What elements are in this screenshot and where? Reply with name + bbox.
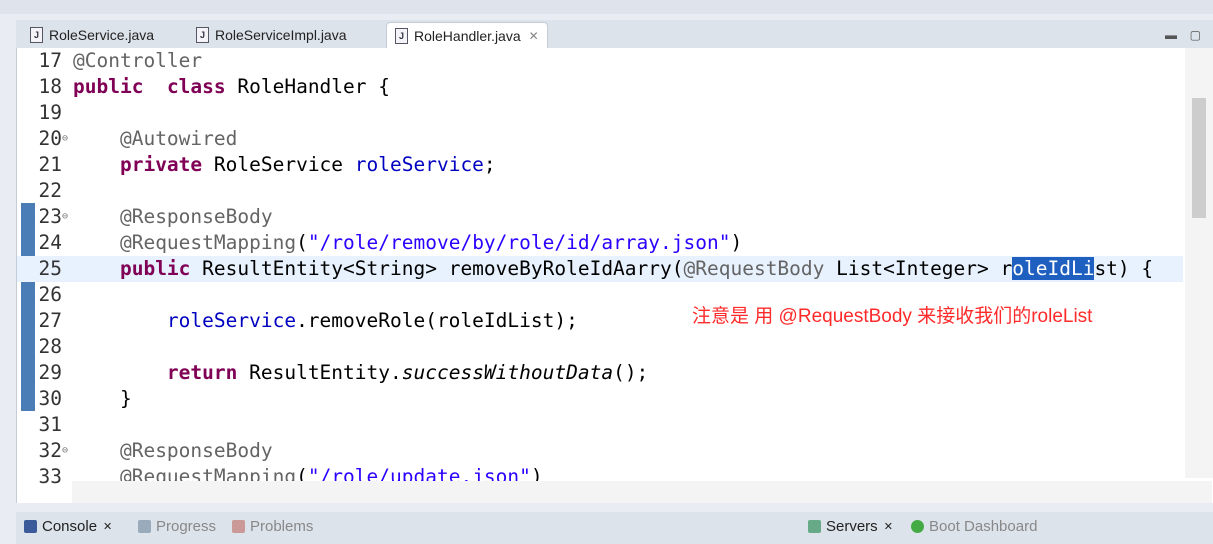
line-number: 32 [38,439,62,462]
vertical-scrollbar[interactable] [1185,48,1213,478]
editor-tabbar: J RoleService.java J RoleServiceImpl.java … [16,20,1213,49]
line-number: 31 [38,413,62,436]
code-token: @RequestMapping [119,231,297,254]
code-token: roleService [354,153,484,176]
code-token: private [119,153,203,176]
minimize-icon[interactable]: ▬ [1165,28,1177,42]
fold-icon[interactable]: ⊖ [62,126,73,152]
code-line[interactable]: 23⊖ @ResponseBody [17,204,1183,230]
line-number: 18 [38,75,62,98]
code-token: RoleHandler { [225,75,391,98]
code-token: List<Integer> r [824,257,1013,280]
code-line[interactable]: 29 return ResultEntity.successWithoutDat… [17,360,1183,386]
tab-roleservice[interactable]: J RoleService.java [22,22,162,48]
code-line[interactable]: 21 private RoleService roleService; [17,152,1183,178]
code-line[interactable]: 28 [17,334,1183,360]
annotation-note: 注意是 用 @RequestBody 来接收我们的roleList [692,306,1093,327]
code-line[interactable]: 19 [17,100,1183,126]
code-token: ResultEntity. [237,361,402,384]
code-token: } [73,387,132,410]
code-token: (); [613,361,649,384]
code-line[interactable]: 20⊖ @Autowired [17,126,1183,152]
code-token: ; [483,153,496,176]
tab-progress[interactable]: Progress [138,518,216,535]
code-token: successWithoutData [401,361,614,384]
code-token: public [119,257,191,280]
line-number: 30 [38,387,62,410]
code-token: ( [296,231,308,254]
servers-icon [808,520,821,533]
code-token: roleService [166,309,297,332]
line-number: 27 [38,309,62,332]
code-line[interactable]: 24 @RequestMapping("/role/remove/by/role… [17,230,1183,256]
line-number: 26 [38,283,62,306]
console-icon [24,520,37,533]
code-line[interactable]: 31 [17,412,1183,438]
scroll-thumb[interactable] [1192,98,1206,218]
code-token: @RequestBody [683,257,825,280]
code-token: return [166,361,238,384]
line-number: 29 [38,361,62,384]
line-number: 23 [38,205,62,228]
tab-problems[interactable]: Problems [232,518,313,535]
progress-icon [138,520,151,533]
code-token: st) { [1094,257,1154,280]
code-line[interactable]: 32⊖ @ResponseBody [17,438,1183,464]
java-file-icon: J [30,27,43,43]
java-file-icon: J [395,28,408,44]
java-file-icon: J [196,27,209,43]
code-token: @ResponseBody [119,205,273,228]
fold-icon[interactable]: ⊖ [62,204,73,230]
close-tab-icon[interactable]: ✕ [529,29,539,43]
fold-icon[interactable]: ⊖ [62,438,73,464]
code-line[interactable]: 17 @Controller [17,48,1183,74]
code-token: "/role/remove/by/role/id/array.json" [307,231,731,254]
code-token: .removeRole(roleIdList); [296,309,578,332]
code-token: @ResponseBody [119,439,273,462]
code-line[interactable]: 30 } [17,386,1183,412]
code-token: oleIdLi [1012,257,1095,280]
code-token: ) [730,231,743,254]
boot-icon [911,520,924,533]
bottom-panel-tabbar: Console ✕ Progress Problems Servers ✕ Boot… [16,512,1213,544]
line-number: 19 [38,101,62,124]
code-token: @Controller [73,49,203,72]
code-editor[interactable]: 17 @Controller 18 public class RoleHandler … [16,48,1213,503]
line-number: 33 [38,465,62,488]
tab-roleserviceimpl[interactable]: J RoleServiceImpl.java [188,22,355,48]
code-line[interactable]: 18 public class RoleHandler { [17,74,1183,100]
tab-boot-dashboard[interactable]: Boot Dashboard [911,518,1037,535]
problems-icon [232,520,245,533]
tab-rolehandler[interactable]: J RoleHandler.java ✕ [386,22,548,49]
line-number: 17 [38,49,62,72]
line-number: 22 [38,179,62,202]
code-token: ResultEntity<String> removeByRoleIdAarry… [190,257,684,280]
line-number: 21 [38,153,62,176]
line-number: 20 [38,127,62,150]
tab-servers[interactable]: Servers ✕ [808,518,893,535]
code-token: @Autowired [119,127,238,150]
line-number: 25 [38,257,62,280]
line-number: 24 [38,231,62,254]
main-toolbar [0,0,1213,14]
tab-console[interactable]: Console ✕ [24,518,112,535]
code-token: RoleService [202,153,355,176]
code-line[interactable]: 22 [17,178,1183,204]
code-line[interactable]: 25 public ResultEntity<String> removeByR… [17,256,1183,282]
code-token: class [166,75,226,98]
maximize-icon[interactable]: ▢ [1190,28,1201,42]
line-number: 28 [38,335,62,358]
code-token: public [73,75,144,98]
horizontal-scrollbar[interactable] [72,481,1212,503]
